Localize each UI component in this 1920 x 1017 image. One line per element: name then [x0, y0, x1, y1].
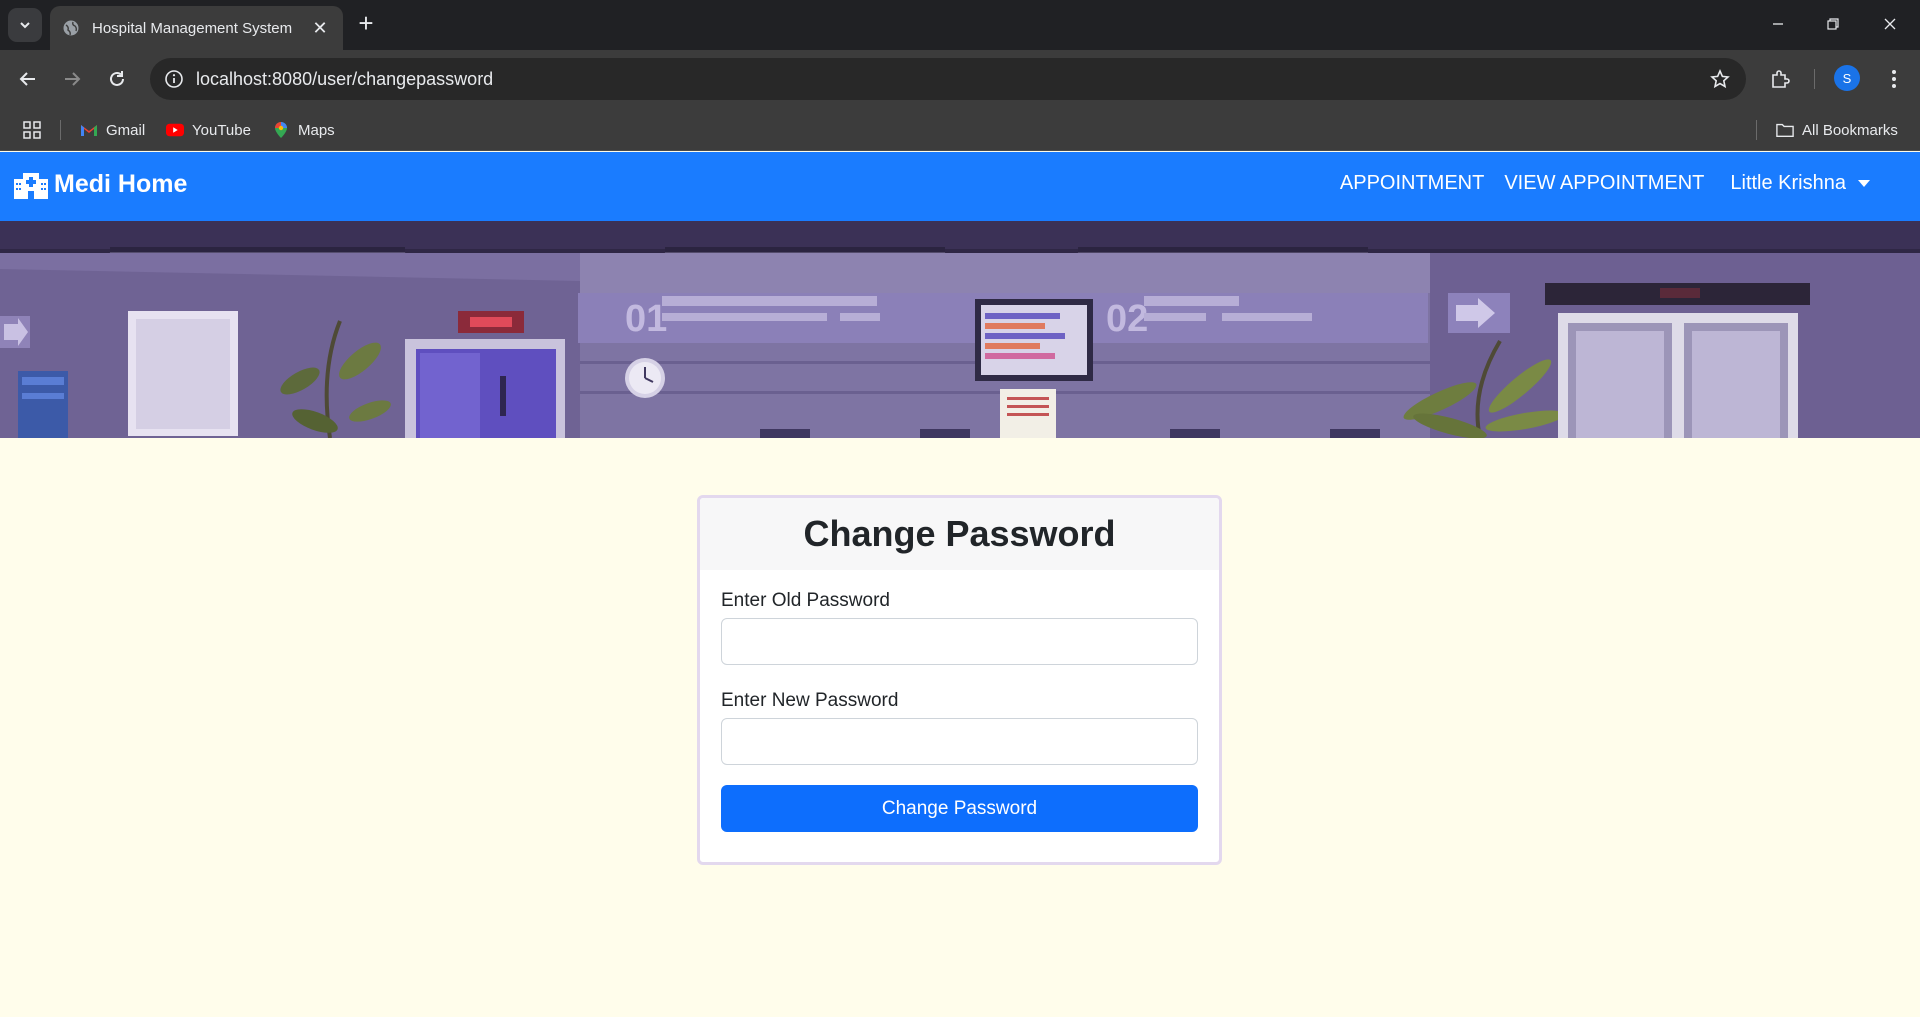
tab-search-button[interactable] — [8, 8, 42, 42]
card-title: Change Password — [803, 513, 1116, 554]
url-text[interactable]: localhost:8080/user/changepassword — [196, 69, 1706, 90]
brand-link[interactable]: Medi Home — [14, 170, 187, 199]
nav-links: APPOINTMENT VIEW APPOINTMENT Little Kris… — [1320, 172, 1870, 195]
chevron-down-icon — [20, 22, 30, 29]
bookmarks-divider — [60, 120, 61, 140]
user-name: Little Krishna — [1730, 172, 1846, 194]
bookmark-label: Gmail — [106, 121, 146, 139]
bookmark-gmail[interactable]: Gmail — [80, 117, 145, 143]
tab-close-icon[interactable]: ✕ — [309, 18, 331, 39]
extensions-button[interactable] — [1766, 65, 1794, 93]
nav-link-view-appointment[interactable]: VIEW APPOINTMENT — [1504, 172, 1704, 195]
folder-icon — [1776, 121, 1794, 139]
hospital-corridor-illustration: 01 02 — [0, 221, 1920, 438]
forward-button[interactable] — [58, 65, 86, 93]
browser-tab[interactable]: Hospital Management System ✕ — [50, 6, 343, 50]
app-navbar: Medi Home APPOINTMENT VIEW APPOINTMENT L… — [0, 152, 1920, 221]
old-password-input[interactable] — [721, 618, 1198, 665]
change-password-form: Enter Old Password Enter New Password Ch… — [700, 570, 1219, 832]
card-header: Change Password — [700, 498, 1219, 570]
arrow-right-icon — [65, 72, 81, 86]
hero-banner-image: 01 02 — [0, 221, 1920, 438]
back-button[interactable] — [14, 65, 42, 93]
counter-number-01: 01 — [625, 298, 667, 340]
browser-tabstrip: Hospital Management System ✕ + — [0, 0, 1920, 50]
minimize-button[interactable] — [1766, 12, 1790, 36]
browser-menu-button[interactable] — [1880, 65, 1908, 93]
toolbar-divider — [1814, 69, 1815, 89]
nav-link-appointment[interactable]: APPOINTMENT — [1340, 172, 1484, 195]
restore-icon — [1827, 18, 1839, 30]
bookmark-star-icon[interactable] — [1706, 65, 1734, 93]
arrow-left-icon — [19, 72, 35, 86]
change-password-card: Change Password Enter Old Password Enter… — [697, 495, 1222, 865]
minimize-icon — [1773, 23, 1783, 25]
youtube-icon — [166, 121, 184, 139]
tab-title: Hospital Management System — [92, 19, 293, 37]
brand-name: Medi Home — [54, 170, 188, 198]
new-password-input[interactable] — [721, 718, 1198, 765]
bookmark-maps[interactable]: Maps — [272, 117, 335, 143]
hospital-icon — [14, 172, 48, 199]
counter-number-02: 02 — [1106, 298, 1148, 340]
old-password-label: Enter Old Password — [721, 590, 890, 611]
reload-button[interactable] — [103, 65, 131, 93]
gmail-icon — [80, 121, 98, 139]
address-bar[interactable]: localhost:8080/user/changepassword — [150, 58, 1746, 100]
all-bookmarks-label: All Bookmarks — [1802, 121, 1898, 139]
site-info-icon[interactable] — [162, 67, 186, 91]
new-tab-button[interactable]: + — [352, 10, 380, 38]
bookmarks-bar: Gmail YouTube Maps All Bookmarks — [0, 108, 1920, 151]
browser-toolbar: localhost:8080/user/changepassword S — [0, 50, 1920, 108]
close-icon — [1884, 18, 1896, 30]
profile-avatar[interactable]: S — [1834, 65, 1860, 91]
new-password-label: Enter New Password — [721, 690, 899, 711]
close-window-button[interactable] — [1878, 12, 1902, 36]
apps-grid-icon[interactable] — [20, 118, 44, 142]
bookmark-youtube[interactable]: YouTube — [166, 117, 251, 143]
bookmarks-divider — [1756, 120, 1757, 140]
puzzle-icon — [1772, 70, 1790, 88]
maps-icon — [272, 121, 290, 139]
reload-icon — [110, 71, 124, 86]
bookmark-label: Maps — [298, 121, 335, 139]
bookmark-label: YouTube — [192, 121, 251, 139]
restore-button[interactable] — [1821, 12, 1845, 36]
change-password-button[interactable]: Change Password — [721, 785, 1198, 832]
caret-down-icon — [1858, 180, 1870, 187]
globe-icon — [63, 20, 79, 36]
user-dropdown[interactable]: Little Krishna — [1730, 172, 1870, 195]
kebab-menu-icon — [1892, 70, 1896, 88]
all-bookmarks-button[interactable]: All Bookmarks — [1776, 117, 1898, 143]
